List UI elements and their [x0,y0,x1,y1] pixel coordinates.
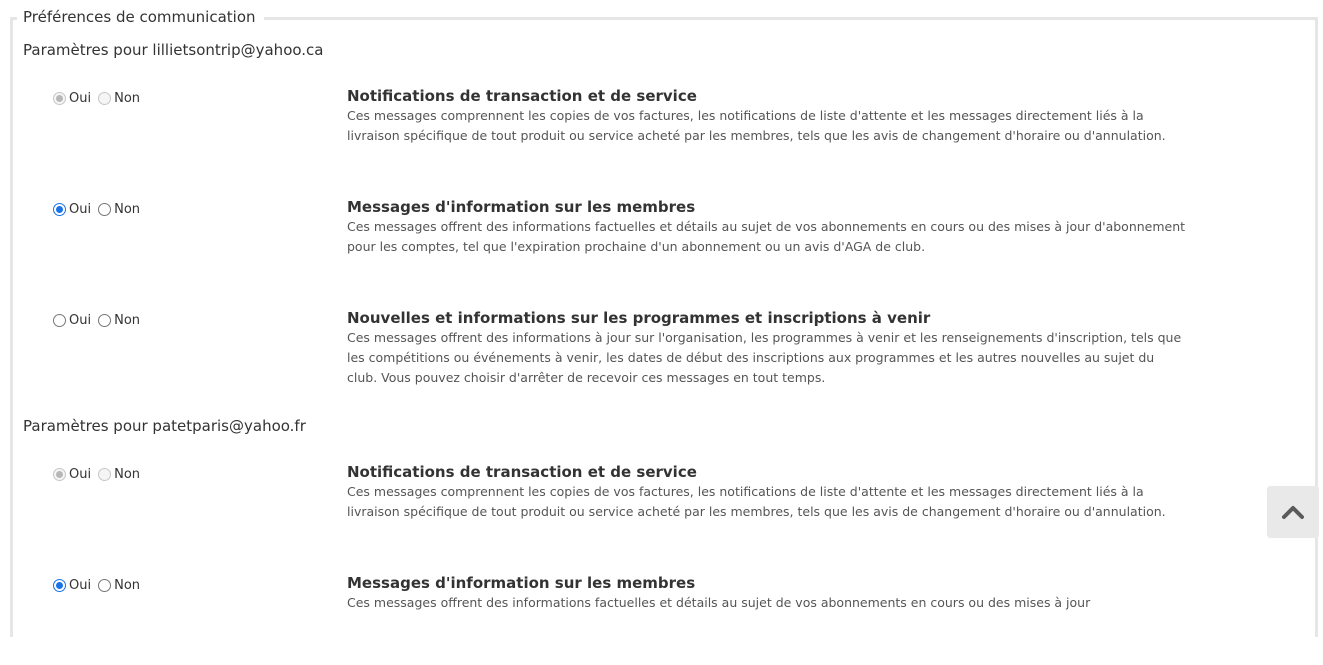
pref-title: Notifications de transaction et de servi… [347,463,697,481]
chevron-up-icon [1282,506,1304,519]
radio-no-label: Non [114,201,141,217]
radio-group: Oui Non [53,464,147,484]
radio-yes[interactable] [53,467,66,481]
radio-group: Oui Non [53,199,147,219]
pref-description: Ces messages offrent des informations à … [347,330,1182,385]
pref-title: Notifications de transaction et de servi… [347,87,697,105]
pref-text: Notifications de transaction et de servi… [347,86,1187,146]
pref-title: Nouvelles et informations sur les progra… [347,309,931,327]
radio-no-label: Non [114,312,141,328]
pref-title: Messages d'information sur les membres [347,198,696,216]
account-settings-label: Paramètres pour lillietsontrip@yahoo.ca [23,41,324,59]
radio-yes[interactable] [53,578,66,592]
radio-no[interactable] [98,313,112,327]
radio-yes[interactable] [53,91,66,105]
radio-yes-label: Oui [69,201,92,217]
pref-description: Ces messages offrent des informations fa… [347,219,1186,254]
pref-description: Ces messages comprennent les copies de v… [347,108,1166,143]
pref-title: Messages d'information sur les membres [347,574,696,592]
radio-yes-label: Oui [69,312,92,328]
radio-yes[interactable] [53,202,66,216]
pref-row-news-programs: Oui Non Nouvelles et informations sur le… [53,308,1193,400]
pref-row-transaction: Oui Non Notifications de transaction et … [53,86,1193,178]
radio-yes-label: Oui [69,466,92,482]
pref-row-transaction: Oui Non Notifications de transaction et … [53,462,1193,554]
pref-text: Nouvelles et informations sur les progra… [347,308,1187,388]
radio-no-label: Non [114,577,141,593]
pref-text: Notifications de transaction et de servi… [347,462,1187,522]
radio-no-label: Non [114,466,141,482]
pref-row-member-info: Oui Non Messages d'information sur les m… [53,197,1193,289]
scroll-to-top-button[interactable] [1267,486,1319,538]
radio-yes-label: Oui [69,90,92,106]
pref-description: Ces messages offrent des informations fa… [347,595,1091,610]
radio-no[interactable] [98,467,112,481]
radio-no[interactable] [98,202,112,216]
fieldset-legend: Préférences de communication [17,7,264,27]
radio-group: Oui Non [53,88,147,108]
radio-yes-label: Oui [69,577,92,593]
radio-no-label: Non [114,90,141,106]
account-settings-label: Paramètres pour patetparis@yahoo.fr [23,417,306,435]
radio-yes[interactable] [53,313,66,327]
radio-no[interactable] [98,91,112,105]
pref-description: Ces messages comprennent les copies de v… [347,484,1166,519]
pref-text: Messages d'information sur les membres C… [347,197,1187,257]
radio-group: Oui Non [53,575,147,595]
radio-group: Oui Non [53,310,147,330]
pref-row-member-info: Oui Non Messages d'information sur les m… [53,573,1193,665]
pref-text: Messages d'information sur les membres C… [347,573,1187,613]
radio-no[interactable] [98,578,112,592]
